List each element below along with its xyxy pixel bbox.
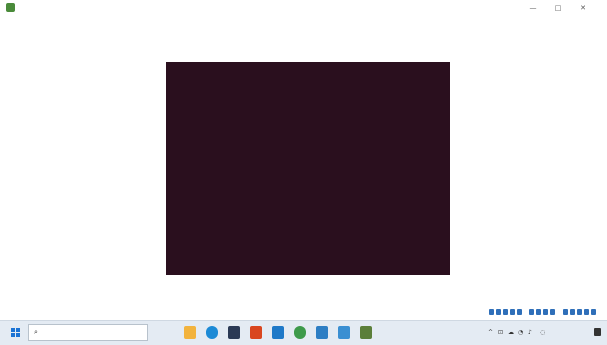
display-status-icon[interactable]	[536, 309, 541, 315]
edge-browser-icon[interactable]	[206, 326, 218, 339]
file-explorer-icon[interactable]	[184, 326, 196, 339]
optical-drive-status-icon[interactable]	[496, 309, 501, 315]
minimize-button[interactable]: —	[527, 3, 539, 13]
windows-taskbar: ⌕ ^ ⊡ ☁ ◔ ♪ ◌	[0, 320, 607, 345]
volume-tray-icon[interactable]: ♪	[528, 329, 532, 336]
mouse-integration-icon[interactable]	[563, 309, 568, 315]
windows-start-icon[interactable]	[11, 328, 20, 337]
video-capture-status-icon[interactable]	[543, 309, 548, 315]
close-icon: ✕	[580, 4, 586, 12]
virtualbox-app-icon	[6, 3, 15, 12]
network-app-icon[interactable]	[338, 326, 350, 339]
maximize-icon: □	[554, 4, 562, 12]
search-icon: ⌕	[34, 328, 38, 336]
settings-icon[interactable]	[316, 326, 328, 339]
language-tray-icon[interactable]: ◌	[540, 329, 545, 336]
host-key-icon[interactable]	[570, 309, 575, 315]
menu-bar	[0, 16, 607, 26]
virtualbox-icon[interactable]	[360, 326, 372, 339]
shared-folders-status-icon[interactable]	[529, 309, 534, 315]
vm-display[interactable]	[166, 62, 450, 275]
notification-icon[interactable]	[594, 328, 601, 336]
window-titlebar: — □ ✕	[0, 0, 607, 17]
network-tray-icon[interactable]: ⊡	[498, 329, 503, 336]
store-icon[interactable]	[228, 326, 240, 339]
wifi-tray-icon[interactable]: ◔	[518, 329, 523, 336]
chevron-up-icon[interactable]: ^	[488, 329, 493, 336]
taskbar-search-box[interactable]: ⌕	[28, 324, 148, 341]
mail-icon[interactable]	[250, 326, 262, 339]
network-status-icon[interactable]	[510, 309, 515, 315]
right-ctrl-icon[interactable]	[577, 309, 582, 315]
keyboard-capture-icon[interactable]	[584, 309, 589, 315]
minimize-icon: —	[529, 4, 537, 12]
close-button[interactable]: ✕	[577, 3, 589, 13]
cpu-status-icon[interactable]	[550, 309, 555, 315]
vm-extra-icon[interactable]	[591, 309, 596, 315]
hdd-status-icon[interactable]	[489, 309, 494, 315]
usb-status-icon[interactable]	[517, 309, 522, 315]
maximize-button[interactable]: □	[552, 3, 564, 13]
cloud-tray-icon[interactable]: ☁	[508, 329, 514, 336]
photos-icon[interactable]	[272, 326, 284, 339]
chrome-icon[interactable]	[294, 326, 306, 339]
audio-status-icon[interactable]	[503, 309, 508, 315]
